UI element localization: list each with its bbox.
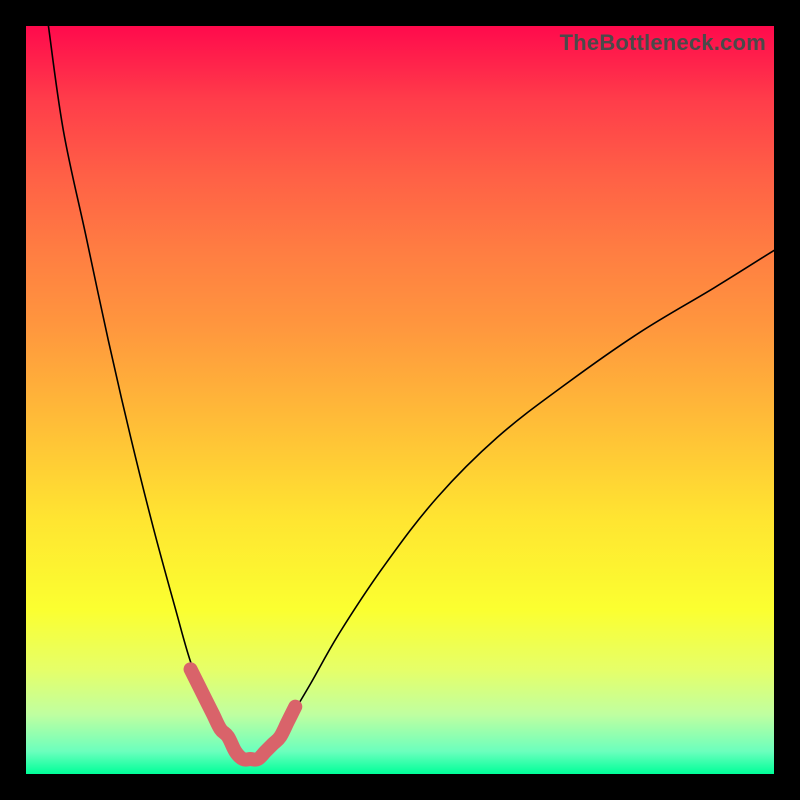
valley-highlight-path: [191, 669, 296, 759]
chart-svg: [26, 26, 774, 774]
chart-area: TheBottleneck.com: [26, 26, 774, 774]
bottleneck-curve-path: [48, 26, 774, 760]
watermark-text: TheBottleneck.com: [560, 30, 766, 56]
